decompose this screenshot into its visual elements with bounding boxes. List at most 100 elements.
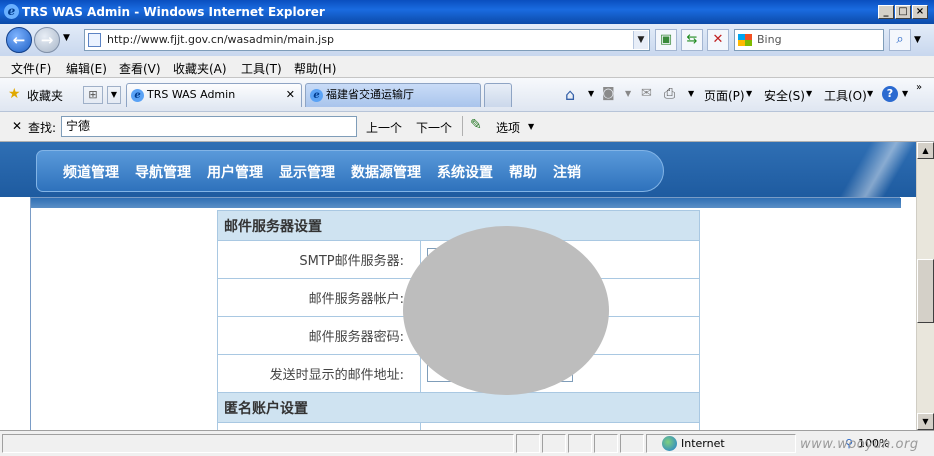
close-tab-icon[interactable]: ✕ [286,84,295,106]
status-text-pane [2,434,514,453]
menu-file[interactable]: 文件(F) [11,60,51,77]
anonymous-row [217,422,421,430]
tools-menu[interactable]: 工具(O) [824,87,867,104]
search-options-icon[interactable]: ▼ [914,35,921,45]
history-dropdown-icon[interactable]: ▼ [63,33,70,43]
help-dropdown-icon[interactable]: ▼ [902,89,908,98]
ie-page-icon: e [131,89,144,102]
scroll-down-arrow-icon[interactable]: ▼ [917,413,934,430]
nav-navigation-management[interactable]: 导航管理 [135,165,191,181]
address-toolbar: ← → ▼ http://www.fjjt.gov.cn/wasadmin/ma… [0,24,934,56]
menu-help[interactable]: 帮助(H) [294,60,336,77]
mail-password-label: 邮件服务器密码: [217,316,421,355]
feeds-dropdown-icon[interactable]: ▼ [625,89,631,98]
menu-view[interactable]: 查看(V) [119,60,161,77]
close-window-button[interactable]: × [912,5,928,19]
home-dropdown-icon[interactable]: ▼ [588,89,594,98]
forward-button[interactable]: → [34,27,60,53]
safety-menu[interactable]: 安全(S) [764,87,805,104]
nav-user-management[interactable]: 用户管理 [207,165,263,181]
address-url: http://www.fjjt.gov.cn/wasadmin/main.jsp [107,33,334,46]
banner-decoration [820,142,916,197]
watermark-text: www.wooyun.org [800,437,919,452]
page-dropdown-icon[interactable]: ▼ [746,89,752,98]
anonymous-section-header: 匿名账户设置 [217,392,700,423]
favorites-button[interactable]: 收藏夹 [27,87,63,104]
find-bar: ✕ 查找: 宁德 上一个 下一个 ✎ 选项 ▼ [0,112,934,142]
minimize-button[interactable]: _ [878,5,894,19]
menu-bar: 文件(F) 编辑(E) 查看(V) 收藏夹(A) 工具(T) 帮助(H) [0,56,934,78]
ie-logo-icon: e [4,4,19,19]
refresh-icon[interactable]: ⇆ [681,29,703,51]
menu-edit[interactable]: 编辑(E) [66,60,107,77]
tab-label: TRS WAS Admin [147,88,236,101]
compatibility-view-icon[interactable]: ▣ [655,29,677,51]
window-title-bar: e TRS WAS Admin - Windows Internet Explo… [0,0,934,24]
quick-tabs-icon[interactable]: ⊞ [83,86,103,104]
favorites-bar: ★ 收藏夹 ⊞ ▼ e TRS WAS Admin ✕ e 福建省交通运输厅 ⌂… [0,78,934,112]
nav-display-management[interactable]: 显示管理 [279,165,335,181]
search-icon[interactable]: ⌕ [889,29,911,51]
print-icon[interactable]: ⎙ [664,86,675,102]
favorites-star-icon: ★ [8,86,21,102]
menu-tools[interactable]: 工具(T) [241,60,282,77]
maximize-button[interactable]: □ [895,5,911,19]
vertical-scrollbar[interactable]: ▲ ▼ [916,142,934,430]
address-bar[interactable]: http://www.fjjt.gov.cn/wasadmin/main.jsp… [84,29,650,51]
close-find-icon[interactable]: ✕ [12,119,22,133]
address-dropdown-icon[interactable]: ▼ [633,31,648,49]
nav-system-settings[interactable]: 系统设置 [437,165,493,181]
mail-account-label: 邮件服务器帐户: [217,278,421,317]
tools-dropdown-icon[interactable]: ▼ [867,89,873,98]
find-previous-button[interactable]: 上一个 [366,119,402,136]
find-options-button[interactable]: 选项 [496,119,520,136]
security-zone: Internet [681,437,725,450]
nav-channel-management[interactable]: 频道管理 [63,165,119,181]
nav-help[interactable]: 帮助 [509,165,537,181]
options-dropdown-icon[interactable]: ▼ [528,122,534,131]
status-pane [542,434,566,453]
scroll-up-arrow-icon[interactable]: ▲ [917,142,934,159]
back-button[interactable]: ← [6,27,32,53]
find-label: 查找: [28,121,57,135]
page-icon [88,33,101,47]
help-icon[interactable]: ? [882,86,898,102]
stop-icon[interactable]: ✕ [707,29,729,51]
window-title: TRS WAS Admin - Windows Internet Explore… [22,5,325,19]
highlight-icon[interactable]: ✎ [470,117,482,133]
mail-icon[interactable]: ✉ [641,86,652,101]
nav-logout[interactable]: 注销 [553,165,581,181]
page-menu[interactable]: 页面(P) [704,87,745,104]
smtp-label: SMTP邮件服务器: [217,240,421,279]
scroll-thumb[interactable] [917,259,934,323]
internet-globe-icon [662,436,677,451]
feeds-icon[interactable]: ◙ [602,86,615,101]
status-pane [594,434,618,453]
find-next-button[interactable]: 下一个 [416,119,452,136]
tab-list-icon[interactable]: ▼ [107,86,121,104]
panel-top-stripe [31,198,901,208]
status-pane [568,434,592,453]
ie-page-icon: e [310,89,323,102]
tab-trs-was-admin[interactable]: e TRS WAS Admin ✕ [126,83,302,107]
status-pane [620,434,644,453]
new-tab-button[interactable] [484,83,512,107]
search-box[interactable]: Bing [734,29,884,51]
safety-dropdown-icon[interactable]: ▼ [806,89,812,98]
separator [462,116,463,136]
chevron-more-icon[interactable]: » [916,82,922,93]
find-input[interactable]: 宁德 [61,116,357,137]
search-placeholder: Bing [757,33,782,46]
nav-datasource-management[interactable]: 数据源管理 [351,165,421,181]
status-pane [516,434,540,453]
bing-logo-icon [738,34,752,46]
redaction-blob [403,226,609,395]
sender-address-label: 发送时显示的邮件地址: [217,354,421,393]
main-nav: 频道管理 导航管理 用户管理 显示管理 数据源管理 系统设置 帮助 注销 [63,162,597,182]
home-icon[interactable]: ⌂ [565,85,575,104]
status-bar: Internet ⚲ 100% [0,430,934,456]
tab-label: 福建省交通运输厅 [326,88,414,101]
menu-favorites[interactable]: 收藏夹(A) [173,60,227,77]
tab-fujian-transport[interactable]: e 福建省交通运输厅 [305,83,481,107]
print-dropdown-icon[interactable]: ▼ [688,89,694,98]
